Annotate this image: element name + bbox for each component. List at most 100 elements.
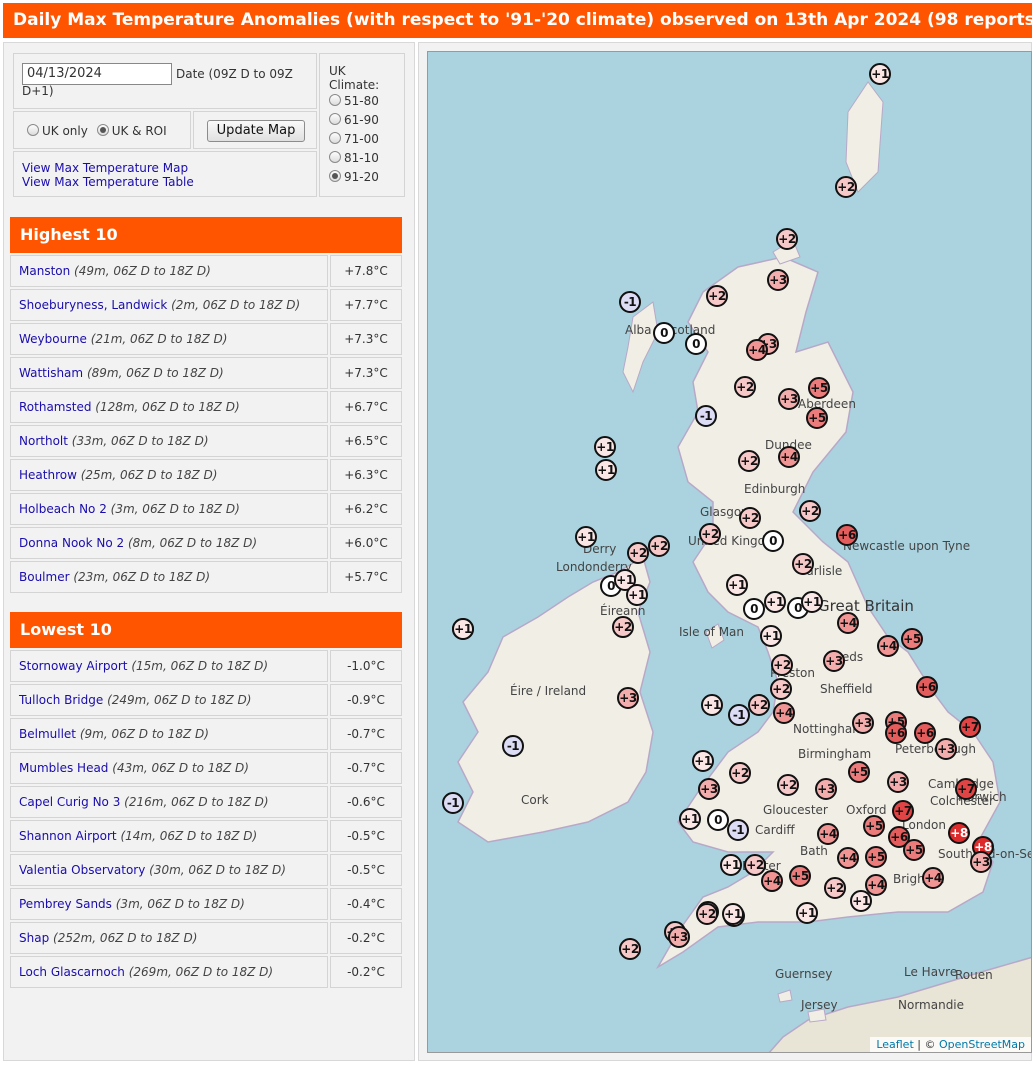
station-link[interactable]: Belmullet: [19, 727, 76, 741]
station-marker[interactable]: -1: [728, 704, 750, 726]
station-marker[interactable]: +2: [770, 678, 792, 700]
station-marker[interactable]: +3: [970, 851, 992, 873]
station-marker[interactable]: +3: [698, 778, 720, 800]
station-link[interactable]: Holbeach No 2: [19, 502, 107, 516]
station-marker[interactable]: +5: [848, 761, 870, 783]
station-marker[interactable]: +4: [778, 446, 800, 468]
station-marker[interactable]: +6: [836, 524, 858, 546]
station-marker[interactable]: +1: [575, 526, 597, 548]
station-marker[interactable]: +1: [720, 854, 742, 876]
station-marker[interactable]: +1: [679, 808, 701, 830]
station-marker[interactable]: -1: [695, 405, 717, 427]
station-marker[interactable]: +2: [612, 616, 634, 638]
station-marker[interactable]: +6: [914, 722, 936, 744]
climate-option[interactable]: 61-90: [329, 111, 404, 130]
station-marker[interactable]: +3: [852, 712, 874, 734]
station-marker[interactable]: +1: [701, 694, 723, 716]
station-marker[interactable]: +2: [729, 762, 751, 784]
station-marker[interactable]: +2: [739, 507, 761, 529]
station-marker[interactable]: +1: [869, 63, 891, 85]
climate-option[interactable]: 71-00: [329, 130, 404, 149]
osm-link[interactable]: OpenStreetMap: [939, 1038, 1025, 1051]
station-marker[interactable]: +1: [726, 574, 748, 596]
station-link[interactable]: Valentia Observatory: [19, 863, 145, 877]
climate-radio[interactable]: [329, 132, 341, 144]
station-marker[interactable]: -1: [727, 819, 749, 841]
station-marker[interactable]: +1: [594, 436, 616, 458]
station-marker[interactable]: +5: [903, 839, 925, 861]
climate-radio[interactable]: [329, 170, 341, 182]
climate-option[interactable]: 81-10: [329, 149, 404, 168]
station-link[interactable]: Capel Curig No 3: [19, 795, 120, 809]
station-marker[interactable]: +4: [837, 847, 859, 869]
station-link[interactable]: Manston: [19, 264, 70, 278]
station-marker[interactable]: +8: [948, 822, 970, 844]
leaflet-link[interactable]: Leaflet: [876, 1038, 913, 1051]
station-marker[interactable]: +4: [922, 867, 944, 889]
station-marker[interactable]: +3: [935, 738, 957, 760]
climate-radio[interactable]: [329, 94, 341, 106]
station-marker[interactable]: +2: [835, 176, 857, 198]
station-marker[interactable]: +1: [626, 584, 648, 606]
station-marker[interactable]: +4: [837, 612, 859, 634]
station-marker[interactable]: +5: [865, 846, 887, 868]
climate-radio[interactable]: [329, 113, 341, 125]
station-marker[interactable]: +2: [627, 542, 649, 564]
station-link[interactable]: Wattisham: [19, 366, 83, 380]
station-marker[interactable]: +2: [748, 694, 770, 716]
station-marker[interactable]: +3: [668, 926, 690, 948]
station-link[interactable]: Stornoway Airport: [19, 659, 128, 673]
station-marker[interactable]: 0: [685, 333, 707, 355]
station-marker[interactable]: +3: [887, 771, 909, 793]
station-marker[interactable]: +2: [706, 285, 728, 307]
station-marker[interactable]: +1: [722, 903, 744, 925]
station-marker[interactable]: +1: [760, 625, 782, 647]
station-marker[interactable]: +1: [801, 591, 823, 613]
station-marker[interactable]: +1: [595, 459, 617, 481]
station-marker[interactable]: +5: [901, 628, 923, 650]
station-marker[interactable]: +2: [744, 854, 766, 876]
station-link[interactable]: Shannon Airport: [19, 829, 117, 843]
station-marker[interactable]: +5: [863, 815, 885, 837]
station-marker[interactable]: +2: [738, 450, 760, 472]
station-marker[interactable]: 0: [743, 598, 765, 620]
station-marker[interactable]: +3: [815, 778, 837, 800]
station-marker[interactable]: +4: [817, 823, 839, 845]
station-marker[interactable]: +6: [885, 722, 907, 744]
station-marker[interactable]: +2: [696, 903, 718, 925]
view-table-link[interactable]: View Max Temperature Table: [22, 175, 316, 189]
station-marker[interactable]: +1: [796, 902, 818, 924]
station-marker[interactable]: +5: [789, 865, 811, 887]
station-marker[interactable]: +6: [916, 676, 938, 698]
radio-uk-roi[interactable]: [96, 124, 109, 136]
station-marker[interactable]: +3: [778, 388, 800, 410]
date-input[interactable]: 04/13/2024: [22, 63, 172, 85]
station-marker[interactable]: +2: [792, 553, 814, 575]
station-marker[interactable]: +1: [452, 618, 474, 640]
station-marker[interactable]: +2: [824, 877, 846, 899]
station-link[interactable]: Tulloch Bridge: [19, 693, 103, 707]
region-uk-only-option[interactable]: UK only: [27, 124, 88, 138]
station-marker[interactable]: +7: [955, 778, 977, 800]
station-marker[interactable]: +7: [959, 716, 981, 738]
station-link[interactable]: Shap: [19, 931, 49, 945]
station-marker[interactable]: +5: [806, 407, 828, 429]
station-marker[interactable]: +3: [617, 687, 639, 709]
station-link[interactable]: Heathrow: [19, 468, 77, 482]
station-marker[interactable]: +5: [808, 377, 830, 399]
station-link[interactable]: Weybourne: [19, 332, 87, 346]
station-marker[interactable]: -1: [442, 792, 464, 814]
station-marker[interactable]: +7: [892, 800, 914, 822]
anomaly-map[interactable]: Edinburgh Glasgow Aberdeen Dundee Newcastle …: [427, 51, 1032, 1053]
station-link[interactable]: Pembrey Sands: [19, 897, 112, 911]
climate-option[interactable]: 91-20: [329, 168, 404, 187]
station-marker[interactable]: +3: [823, 650, 845, 672]
station-marker[interactable]: 0: [707, 809, 729, 831]
station-marker[interactable]: +2: [799, 500, 821, 522]
station-marker[interactable]: +1: [764, 591, 786, 613]
station-marker[interactable]: 0: [653, 322, 675, 344]
station-link[interactable]: Rothamsted: [19, 400, 91, 414]
view-map-link[interactable]: View Max Temperature Map: [22, 161, 316, 175]
station-marker[interactable]: 0: [762, 530, 784, 552]
station-marker[interactable]: +2: [619, 938, 641, 960]
